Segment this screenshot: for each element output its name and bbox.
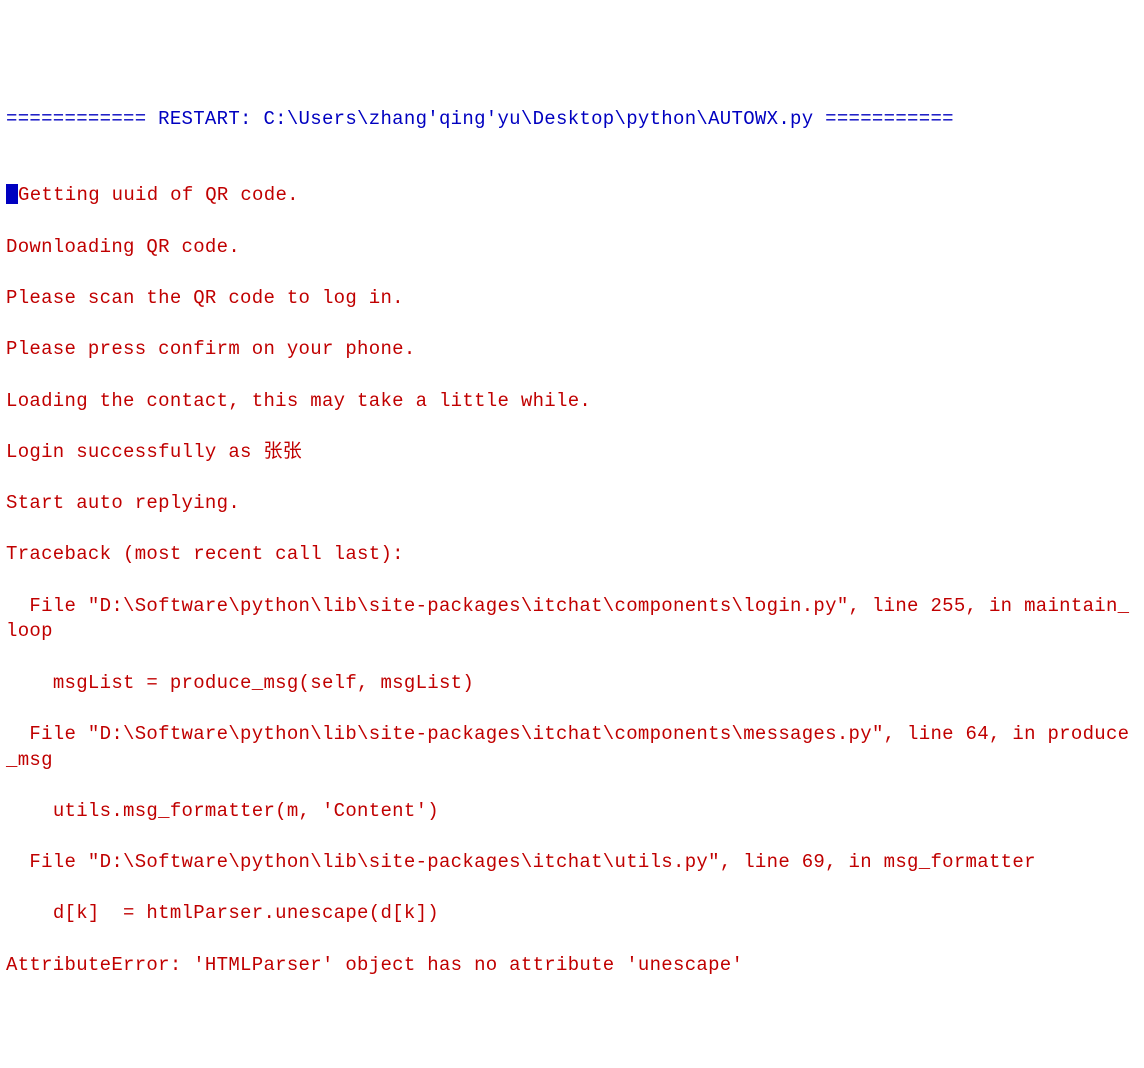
output-line: Please scan the QR code to log in.: [6, 286, 1138, 312]
output-line: Start auto replying.: [6, 491, 1138, 517]
traceback-file: File "D:\Software\python\lib\site-packag…: [6, 850, 1138, 876]
output-line: Loading the contact, this may take a lit…: [6, 389, 1138, 415]
traceback-header: Traceback (most recent call last):: [6, 542, 1138, 568]
traceback-file: File "D:\Software\python\lib\site-packag…: [6, 722, 1138, 773]
traceback-code: msgList = produce_msg(self, msgList): [6, 671, 1138, 697]
console-output: Getting uuid of QR code. Downloading QR …: [6, 158, 1138, 1004]
output-line: Login successfully as 张张: [6, 440, 1138, 466]
cursor-icon: [6, 184, 18, 204]
traceback-code: d[k] = htmlParser.unescape(d[k]): [6, 901, 1138, 927]
output-line: Please press confirm on your phone.: [6, 337, 1138, 363]
traceback-code: utils.msg_formatter(m, 'Content'): [6, 799, 1138, 825]
error-message: AttributeError: 'HTMLParser' object has …: [6, 953, 1138, 979]
restart-banner: ============ RESTART: C:\Users\zhang'qin…: [6, 107, 1138, 133]
traceback-file: File "D:\Software\python\lib\site-packag…: [6, 594, 1138, 645]
output-line: Downloading QR code.: [6, 235, 1138, 261]
output-text: Getting uuid of QR code.: [18, 184, 299, 206]
output-line: Getting uuid of QR code.: [6, 183, 1138, 209]
